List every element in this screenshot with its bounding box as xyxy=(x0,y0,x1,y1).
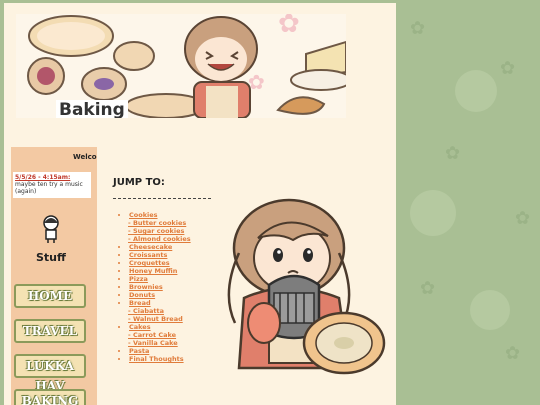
jump-list-item: Cheesecake xyxy=(129,243,191,251)
jump-list-item: Cakes xyxy=(129,323,191,331)
bg-blob xyxy=(470,290,510,330)
jump-link[interactable]: Pizza xyxy=(129,275,148,283)
chibi-avatar-icon xyxy=(43,215,59,243)
jump-list-item: Donuts xyxy=(129,291,191,299)
jump-link[interactable]: - Butter cookies xyxy=(128,219,186,227)
jump-list-item: - Sugar cookies xyxy=(128,227,191,235)
jump-list-item: Pizza xyxy=(129,275,191,283)
flower-icon: ✿ xyxy=(500,58,516,79)
nav-button-travel[interactable]: TRAVEL xyxy=(14,319,86,343)
bg-blob xyxy=(455,70,497,112)
jump-link[interactable]: Cheesecake xyxy=(129,243,172,251)
jump-link[interactable]: - Almond cookies xyxy=(128,235,191,243)
page-container: ✿ ✿ Baking Welcome 5/5/26 - 4:15am: mayb… xyxy=(4,3,396,405)
jump-list-item: Croquettes xyxy=(129,259,191,267)
nav-button-home[interactable]: HOME xyxy=(14,284,86,308)
jump-link[interactable]: Honey Muffin xyxy=(129,267,177,275)
flower-icon: ✿ xyxy=(505,343,521,364)
jump-link[interactable]: - Walnut Bread xyxy=(128,315,183,323)
jump-list-item: Final Thoughts xyxy=(129,355,191,363)
next-section-box xyxy=(107,399,364,405)
jump-to-title: JUMP TO: xyxy=(113,177,165,188)
jump-link[interactable]: Croquettes xyxy=(129,259,170,267)
jump-link[interactable]: Bread xyxy=(129,299,151,307)
svg-text:✿: ✿ xyxy=(278,14,300,39)
divider xyxy=(113,198,211,199)
jump-link[interactable]: Pasta xyxy=(129,347,149,355)
jump-link[interactable]: Final Thoughts xyxy=(129,355,184,363)
flower-icon: ✿ xyxy=(515,208,531,229)
welcome-marquee: Welcome xyxy=(73,153,97,161)
jump-list-item: Croissants xyxy=(129,251,191,259)
jump-link[interactable]: Cookies xyxy=(129,211,158,219)
svg-text:✿: ✿ xyxy=(248,70,265,94)
header-banner: ✿ ✿ Baking xyxy=(16,14,346,118)
left-sidebar: Welcome 5/5/26 - 4:15am: maybe ten try a… xyxy=(11,147,97,405)
jump-list-item: - Vanilla Cake xyxy=(128,339,191,347)
nav-button-lukka-hav[interactable]: LUKKA HAV xyxy=(14,354,86,393)
nav-button-baking[interactable]: BAKING xyxy=(14,389,86,405)
jump-to-list: Cookies- Butter cookies- Sugar cookies- … xyxy=(113,211,191,363)
jump-list-item: Brownies xyxy=(129,283,191,291)
baking-illustration xyxy=(227,198,386,375)
jump-link[interactable]: - Vanilla Cake xyxy=(128,339,178,347)
jump-list-item: - Almond cookies xyxy=(128,235,191,243)
jump-list-item: - Walnut Bread xyxy=(128,315,191,323)
status-date[interactable]: 5/5/26 - 4:15am: xyxy=(15,174,89,181)
page-title: Baking xyxy=(56,100,128,118)
jump-to-box: JUMP TO: Cookies- Butter cookies- Sugar … xyxy=(107,151,218,377)
status-box: 5/5/26 - 4:15am: maybe ten try a music (… xyxy=(13,172,91,198)
jump-link[interactable]: Cakes xyxy=(129,323,151,331)
jump-list-item: Honey Muffin xyxy=(129,267,191,275)
status-text: maybe ten try a music (again) xyxy=(15,181,83,195)
jump-link[interactable]: Brownies xyxy=(129,283,163,291)
jump-list-item: Bread xyxy=(129,299,191,307)
stuff-heading: Stuff xyxy=(36,251,66,264)
jump-list-item: Pasta xyxy=(129,347,191,355)
jump-link[interactable]: - Ciabatta xyxy=(128,307,164,315)
flower-icon: ✿ xyxy=(410,18,426,39)
jump-link[interactable]: Donuts xyxy=(129,291,155,299)
jump-list-item: - Carrot Cake xyxy=(128,331,191,339)
jump-link[interactable]: Croissants xyxy=(129,251,167,259)
flower-icon: ✿ xyxy=(445,143,461,164)
jump-link[interactable]: - Carrot Cake xyxy=(128,331,176,339)
jump-list-item: - Ciabatta xyxy=(128,307,191,315)
jump-list-item: Cookies xyxy=(129,211,191,219)
jump-link[interactable]: - Sugar cookies xyxy=(128,227,184,235)
bg-blob xyxy=(410,190,456,236)
flower-icon: ✿ xyxy=(420,278,436,299)
jump-list-item: - Butter cookies xyxy=(128,219,191,227)
